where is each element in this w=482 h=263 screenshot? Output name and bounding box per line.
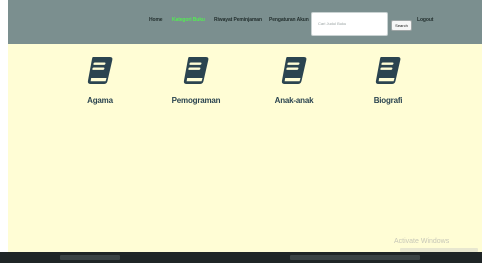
search-button[interactable]: Search (391, 20, 412, 31)
activate-windows-watermark: Activate Windows (394, 238, 450, 245)
app-frame: Home Kategori Buku Riwayat Peminjaman Pe… (8, 0, 482, 263)
search-input[interactable]: Cari Judul Buku (311, 12, 388, 36)
category-label: Agama (87, 96, 113, 105)
book-icon (166, 54, 226, 88)
book-icon (264, 54, 324, 88)
category-pemograman[interactable]: Pemograman (166, 54, 226, 109)
category-label: Pemograman (171, 96, 221, 105)
category-label: Biografi (373, 96, 403, 105)
book-icon (358, 54, 418, 88)
taskbar-item[interactable] (60, 255, 120, 260)
nav-link-pengaturan-akun[interactable]: Pengaturan Akun (269, 17, 309, 23)
taskbar-item[interactable] (290, 255, 420, 260)
category-label: Anak-anak (274, 96, 314, 105)
book-icon (70, 54, 130, 88)
category-agama[interactable]: Agama (70, 54, 130, 109)
logout-link[interactable]: Logout (417, 17, 433, 23)
taskbar (0, 252, 482, 263)
navbar: Home Kategori Buku Riwayat Peminjaman Pe… (8, 0, 482, 44)
nav-link-riwayat-peminjaman[interactable]: Riwayat Peminjaman (214, 17, 262, 23)
category-anak-anak[interactable]: Anak-anak (264, 54, 324, 109)
nav-link-kategori-buku[interactable]: Kategori Buku (172, 17, 205, 23)
category-biografi[interactable]: Biografi (358, 54, 418, 109)
nav-link-home[interactable]: Home (149, 17, 163, 23)
